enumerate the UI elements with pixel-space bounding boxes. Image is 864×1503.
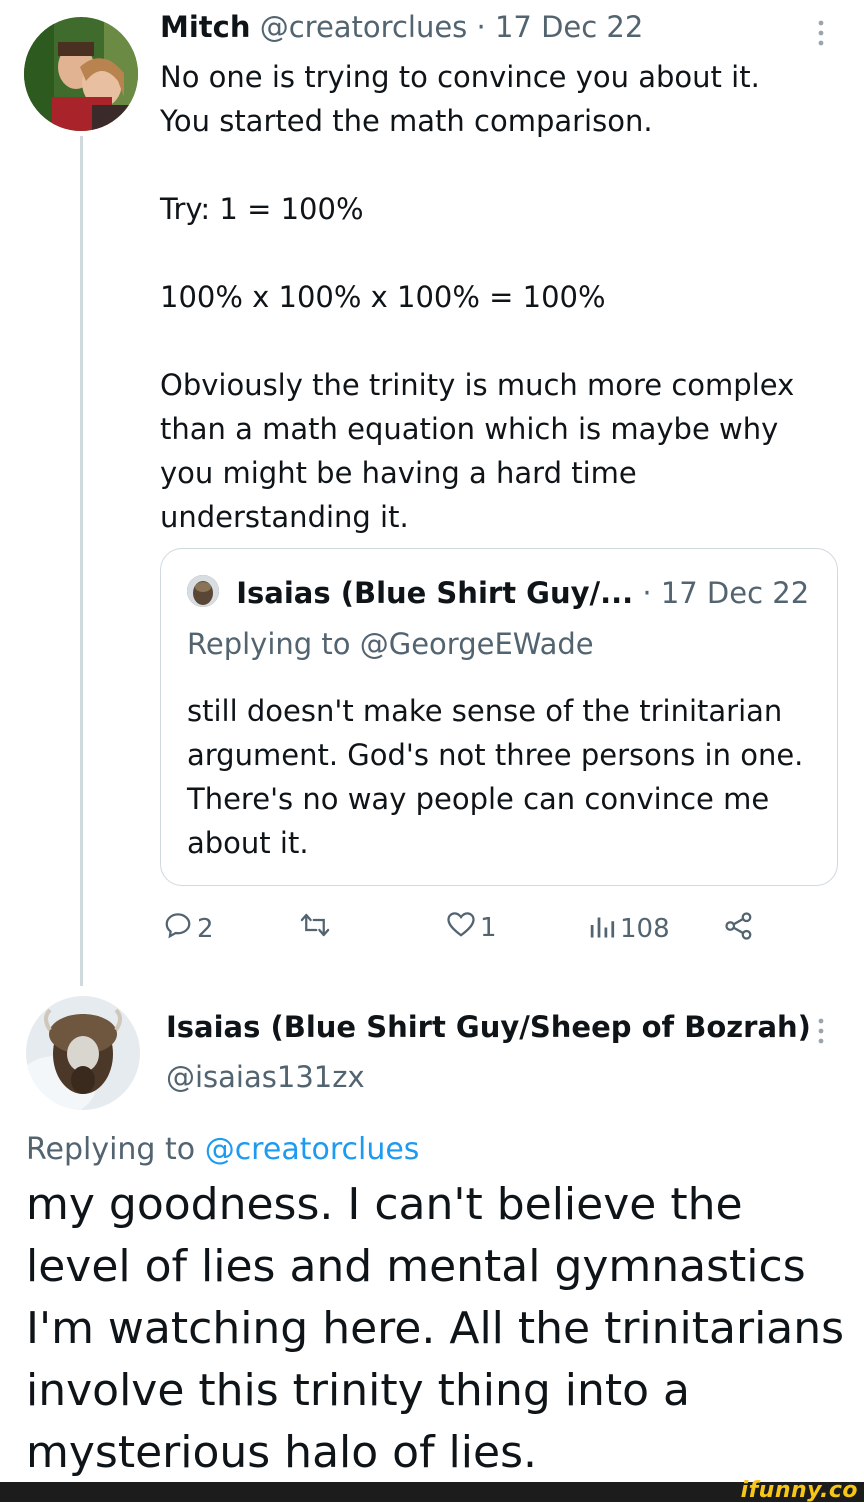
share-icon — [724, 912, 754, 947]
views-count: 108 — [620, 913, 670, 944]
retweet-icon — [300, 912, 330, 945]
tweet2-handle[interactable]: @isaias131zx — [166, 1060, 365, 1094]
reply-icon — [163, 910, 193, 947]
quoted-avatar — [187, 575, 219, 607]
retweet-button[interactable] — [300, 912, 334, 945]
quoted-date[interactable]: 17 Dec 22 — [661, 576, 809, 610]
watermark-bar: ifunny.co — [0, 1478, 864, 1503]
tweet1-more-icon[interactable] — [815, 20, 827, 46]
tweet2-replying-handle[interactable]: @creatorclues — [205, 1132, 420, 1167]
like-icon — [446, 910, 476, 945]
tweet1-actions: 2 1 108 — [0, 910, 864, 950]
tweet1-text: No one is trying to convince you about i… — [160, 60, 795, 534]
tweet2-replying-to: Replying to @creatorclues — [26, 1132, 419, 1167]
quoted-separator: · — [642, 576, 652, 610]
tweet1-separator: · — [476, 10, 486, 44]
tweet1-display-name[interactable]: Mitch — [160, 10, 251, 44]
tweet2-more-icon[interactable] — [817, 1018, 825, 1048]
tweet2-text: my goodness. I can't believe the level o… — [26, 1179, 845, 1478]
ifunny-watermark: ifunny.co — [740, 1478, 858, 1503]
like-button[interactable]: 1 — [446, 910, 497, 945]
avatar-isaias[interactable] — [26, 996, 140, 1110]
quoted-replying-handle[interactable]: @GeorgeEWade — [360, 627, 594, 661]
avatar-mitch[interactable] — [24, 17, 138, 131]
quoted-replying-prefix: Replying to — [187, 627, 351, 661]
quoted-tweet[interactable]: Isaias (Blue Shirt Guy/... · 17 Dec 22 R… — [160, 548, 838, 886]
reply-button[interactable]: 2 — [163, 910, 214, 947]
tweet2-display-name[interactable]: Isaias (Blue Shirt Guy/Sheep of Bozrah) — [166, 1010, 811, 1044]
tweet1-handle[interactable]: @creatorclues — [260, 10, 468, 44]
quoted-replying-to: Replying to @GeorgeEWade — [187, 627, 594, 661]
thread-connector-line — [80, 136, 83, 986]
quoted-text: still doesn't make sense of the trinitar… — [187, 694, 804, 860]
views-button[interactable]: 108 — [588, 910, 670, 947]
share-button[interactable] — [724, 912, 754, 947]
reply-count: 2 — [197, 913, 214, 944]
quoted-display-name[interactable]: Isaias (Blue Shirt Guy/... — [236, 576, 633, 610]
like-count: 1 — [480, 912, 497, 943]
quoted-tweet-header: Isaias (Blue Shirt Guy/... · 17 Dec 22 — [187, 575, 809, 610]
tweet1-date[interactable]: 17 Dec 22 — [495, 10, 643, 44]
views-icon — [588, 910, 616, 947]
tweet1-header: Mitch @creatorclues · 17 Dec 22 — [160, 10, 643, 44]
tweet2-replying-prefix: Replying to — [26, 1132, 196, 1167]
